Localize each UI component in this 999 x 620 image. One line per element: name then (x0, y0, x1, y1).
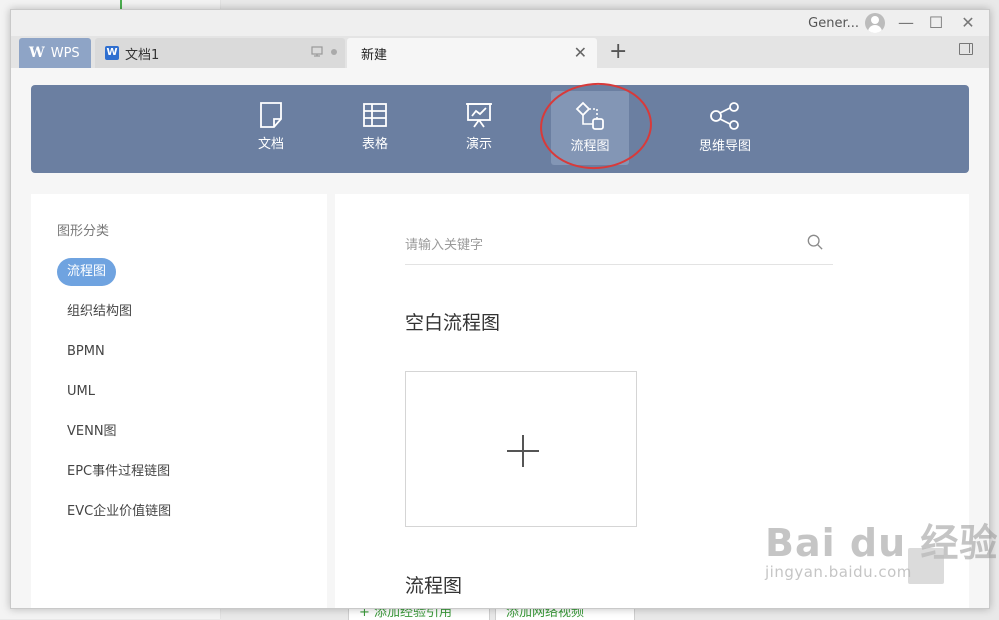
tab-bar: W WPS W 文档1 新建 ✕ (11, 36, 989, 68)
type-document-label: 文档 (257, 137, 284, 152)
type-mindmap-label: 思维导图 (698, 139, 751, 154)
user-name: Gener... (808, 15, 859, 31)
document-icon (260, 102, 282, 128)
title-bar: Gener... — ☐ ✕ (11, 10, 989, 36)
tab-document1[interactable]: W 文档1 (95, 38, 345, 68)
close-window-button[interactable]: ✕ (957, 12, 979, 34)
tab-wps-home[interactable]: W WPS (19, 38, 91, 68)
user-area[interactable]: Gener... (808, 13, 885, 33)
floating-feedback-button[interactable] (908, 548, 944, 584)
blank-flowchart-title: 空白流程图 (405, 312, 501, 334)
minimize-button[interactable]: — (895, 12, 917, 34)
mindmap-icon (710, 102, 739, 130)
type-flowchart[interactable]: 流程图 (551, 91, 629, 165)
template-content: 空白流程图 流程图 (335, 194, 969, 608)
monitor-icon (311, 46, 323, 57)
avatar[interactable] (865, 13, 885, 33)
category-epc[interactable]: EPC事件过程链图 (57, 458, 180, 486)
flowchart-section-title: 流程图 (405, 575, 463, 597)
type-presentation-label: 演示 (465, 137, 492, 152)
search-input[interactable] (405, 232, 785, 258)
type-mindmap[interactable]: 思维导图 (675, 91, 775, 165)
wps-logo-icon: W (29, 45, 45, 61)
type-flowchart-label: 流程图 (570, 139, 610, 154)
tab-close-icon[interactable]: ✕ (574, 43, 587, 62)
category-bpmn[interactable]: BPMN (57, 338, 115, 366)
search-icon[interactable] (807, 234, 823, 250)
search-box (405, 226, 833, 265)
word-doc-icon: W (105, 46, 119, 60)
tab-wps-label: WPS (50, 45, 80, 61)
unsaved-dot-icon (331, 48, 337, 55)
category-venn[interactable]: VENN图 (57, 418, 127, 446)
category-panel-title: 图形分类 (57, 224, 110, 239)
tab-document1-label: 文档1 (125, 47, 160, 63)
maximize-button[interactable]: ☐ (925, 12, 947, 34)
plus-icon (507, 435, 539, 467)
category-org-chart[interactable]: 组织结构图 (57, 298, 142, 326)
wps-window: Gener... — ☐ ✕ W WPS W 文档1 新建 ✕ + 文档 表格 … (10, 9, 990, 609)
category-uml[interactable]: UML (57, 378, 105, 406)
flowchart-icon (575, 101, 604, 130)
type-document[interactable]: 文档 (232, 91, 310, 165)
table-icon (363, 103, 387, 127)
tab-new-label: 新建 (361, 47, 388, 63)
category-panel: 图形分类 流程图 组织结构图 BPMN UML VENN图 EPC事件过程链图 … (31, 194, 327, 608)
add-tab-button[interactable]: + (609, 40, 627, 64)
sidebar-toggle-icon[interactable] (959, 43, 973, 55)
type-presentation[interactable]: 演示 (440, 91, 518, 165)
document-type-bar: 文档 表格 演示 流程图 思维导图 (31, 79, 969, 173)
type-spreadsheet[interactable]: 表格 (336, 91, 414, 165)
category-evc[interactable]: EVC企业价值链图 (57, 498, 181, 526)
presentation-icon (466, 103, 492, 128)
type-spreadsheet-label: 表格 (361, 137, 388, 152)
tab-new[interactable]: 新建 ✕ (347, 38, 597, 68)
tab-status (311, 46, 337, 57)
blank-flowchart-card[interactable] (405, 371, 637, 527)
category-flowchart[interactable]: 流程图 (57, 258, 117, 286)
